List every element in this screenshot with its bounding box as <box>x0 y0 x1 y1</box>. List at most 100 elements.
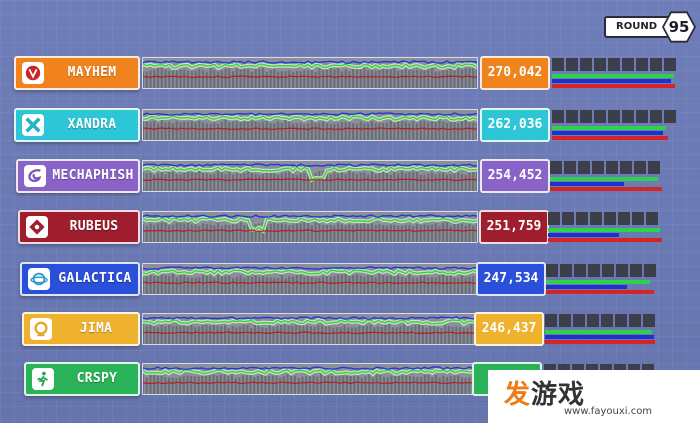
challenge-slot <box>606 161 618 174</box>
attack-bar <box>552 84 675 88</box>
challenge-slots <box>546 264 656 277</box>
challenge-slot <box>602 264 614 277</box>
team-status-bars <box>552 110 676 142</box>
team-status-bars <box>548 212 666 244</box>
team-row-mechaphish: MECHAPHISH 254,452 <box>16 159 670 193</box>
challenge-slot <box>664 58 676 71</box>
defense-bar <box>550 182 625 186</box>
team-row-mayhem: MAYHEM 270,042 <box>14 56 676 90</box>
team-name: RUBEUS <box>69 219 119 234</box>
challenge-slot <box>636 58 648 71</box>
defense-bar <box>552 131 664 135</box>
challenge-slot <box>620 161 632 174</box>
challenge-slot <box>580 110 592 123</box>
challenge-slot <box>608 58 620 71</box>
score-history-graph <box>142 160 478 192</box>
challenge-slot <box>574 264 586 277</box>
watermark-brand-a: 发 <box>504 380 532 410</box>
team-row-xandra: XANDRA 262,036 <box>14 108 676 142</box>
challenge-slots <box>552 110 676 123</box>
team-status-bars <box>545 314 660 346</box>
challenge-slot <box>573 314 585 327</box>
challenge-slot <box>648 161 660 174</box>
team-score: 247,534 <box>476 262 546 296</box>
challenge-slot <box>564 161 576 174</box>
availability-bar <box>552 74 674 78</box>
challenge-slot <box>594 110 606 123</box>
team-name-tag: GALACTICA <box>20 262 140 296</box>
watermark-banner: 发游戏 www.fayouxi.com <box>488 370 700 423</box>
score-history-graph <box>142 363 474 395</box>
availability-bar <box>546 280 651 284</box>
team-name: XANDRA <box>67 117 117 132</box>
team-name: GALACTICA <box>58 271 132 286</box>
challenge-slot <box>664 110 676 123</box>
availability-bar <box>552 126 666 130</box>
challenge-slot <box>636 110 648 123</box>
challenge-slot <box>601 314 613 327</box>
challenge-slot <box>608 110 620 123</box>
challenge-slot <box>615 314 627 327</box>
challenge-slot <box>559 314 571 327</box>
challenge-slot <box>590 212 602 225</box>
team-name-tag: RUBEUS <box>18 210 140 244</box>
team-name: MAYHEM <box>67 65 117 80</box>
score-history-graph <box>142 263 478 295</box>
team-status-bars <box>550 161 670 193</box>
attack-bar <box>552 136 669 140</box>
team-name-tag: XANDRA <box>14 108 140 142</box>
defense-bar <box>548 233 619 237</box>
challenge-slot <box>580 58 592 71</box>
team-name: MECHAPHISH <box>52 168 134 183</box>
challenge-slots <box>548 212 658 225</box>
score-history-graph <box>142 313 476 345</box>
challenge-slot <box>622 110 634 123</box>
challenge-slot <box>622 58 634 71</box>
xandra-x-icon <box>22 114 44 136</box>
defense-bar <box>545 335 655 339</box>
challenge-slot <box>562 212 574 225</box>
challenge-slot <box>650 58 662 71</box>
galactica-planet-icon <box>28 268 50 290</box>
mayhem-shield-icon <box>22 62 44 84</box>
challenge-slot <box>618 212 630 225</box>
challenge-slot <box>650 110 662 123</box>
challenge-slot <box>644 264 656 277</box>
challenge-slot <box>594 58 606 71</box>
availability-bar <box>550 177 658 181</box>
round-label: ROUND <box>616 21 657 32</box>
challenge-slot <box>560 264 572 277</box>
defense-bar <box>552 79 672 83</box>
team-name: CRSPY <box>76 371 118 386</box>
attack-bar <box>548 238 663 242</box>
jima-ring-icon <box>30 318 52 340</box>
team-name-tag: JIMA <box>22 312 140 346</box>
team-name-tag: MAYHEM <box>14 56 140 90</box>
team-row-rubeus: RUBEUS 251,759 <box>18 210 666 244</box>
round-indicator: ROUND 95 <box>604 11 696 43</box>
challenge-slot <box>566 110 578 123</box>
challenge-slot <box>616 264 628 277</box>
challenge-slot <box>629 314 641 327</box>
team-name: JIMA <box>79 321 113 336</box>
round-number: 95 <box>664 13 694 41</box>
challenge-slot <box>578 161 590 174</box>
team-row-jima: JIMA 246,437 <box>22 312 660 346</box>
team-name-tag: CRSPY <box>24 362 140 396</box>
attack-bar <box>545 340 656 344</box>
team-row-galactica: GALACTICA 247,534 <box>20 262 662 296</box>
challenge-slot <box>634 161 646 174</box>
team-score: 270,042 <box>480 56 550 90</box>
challenge-slot <box>643 314 655 327</box>
score-history-graph <box>142 57 478 89</box>
challenge-slot <box>588 264 600 277</box>
challenge-slot <box>587 314 599 327</box>
attack-bar <box>546 290 654 294</box>
challenge-slot <box>552 58 564 71</box>
team-score: 254,452 <box>480 159 550 193</box>
challenge-slot <box>545 314 557 327</box>
team-name-tag: MECHAPHISH <box>16 159 140 193</box>
challenge-slots <box>552 58 676 71</box>
challenge-slot <box>592 161 604 174</box>
challenge-slot <box>550 161 562 174</box>
